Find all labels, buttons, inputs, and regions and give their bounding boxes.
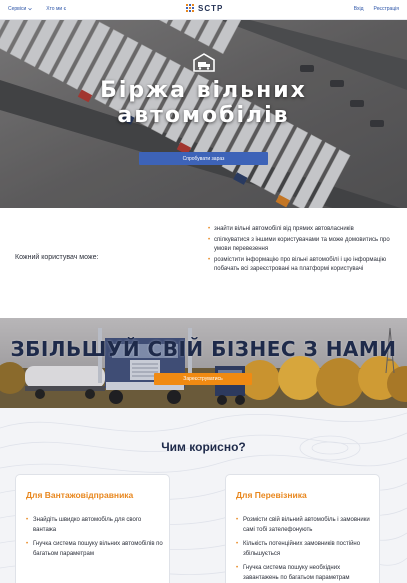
register-link[interactable]: Реєстрація [374, 6, 399, 12]
list-item: • знайти вільні автомобілі від прямих авт… [208, 225, 398, 234]
carrier-benefits-list: • Розмісти свій вільний автомобіль і замо… [236, 515, 376, 583]
logo-mark-icon [186, 4, 195, 13]
login-link[interactable]: Вхід [354, 6, 364, 12]
list-item-text: Гнучка система пошуку необхідних заванта… [243, 565, 350, 581]
shipper-card: Для Вантажовідправника • Знайдіть швидко … [15, 474, 170, 583]
bullet-icon: • [26, 517, 29, 523]
list-item-text: Знайдіть швидко автомобіль для свого ван… [33, 517, 142, 533]
benefits-section: Чим корисно? Для Вантажовідправника • Зна… [0, 408, 407, 583]
bullet-icon: • [236, 541, 239, 547]
bullet-icon: • [236, 565, 239, 571]
banner-title: ЗБІЛЬШУЙ СВІЙ БІЗНЕС З НАМИ [10, 337, 397, 361]
list-item-text: спілкуватися з іншими користувачами та м… [214, 237, 390, 252]
language-selector[interactable]: Сервіси [8, 6, 32, 12]
bullet-icon: • [236, 517, 239, 523]
grow-business-banner: ЗБІЛЬШУЙ СВІЙ БІЗНЕС З НАМИ Зареєструват… [0, 318, 407, 408]
list-item: • Гнучка система пошуку вільних автомобіл… [26, 539, 166, 559]
capabilities-list: • знайти вільні автомобілі від прямих авт… [208, 225, 398, 276]
about-link[interactable]: Хто ми є [46, 6, 66, 12]
list-item: • Гнучка система пошуку необхідних завант… [236, 563, 376, 583]
site-logo[interactable]: SCTP [186, 4, 223, 13]
capabilities-lead-text: Кожний користувач може: [15, 254, 99, 261]
carrier-card-title: Для Перевізника [236, 490, 307, 500]
topbar-auth-links: Вхід Реєстрація [354, 6, 399, 12]
carrier-card: Для Перевізника • Розмісти свій вільний а… [225, 474, 380, 583]
bullet-icon: • [208, 226, 211, 232]
list-item: • Розмісти свій вільний автомобіль і замо… [236, 515, 376, 535]
user-capabilities-section: Кожний користувач може: • знайти вільні а… [0, 208, 407, 318]
list-item-text: Розмісти свій вільний автомобіль і замов… [243, 517, 370, 533]
bullet-icon: • [208, 257, 211, 263]
logo-text: SCTP [198, 4, 224, 13]
list-item-text: Гнучка система пошуку вільних автомобілі… [33, 541, 163, 557]
register-button[interactable]: Зареєструватись [154, 373, 252, 385]
shipper-card-title: Для Вантажовідправника [26, 490, 134, 500]
banner-trucks-image [0, 318, 407, 408]
topbar-left-menu: Сервіси Хто ми є [8, 6, 66, 12]
chevron-down-icon [28, 7, 32, 11]
list-item-text: знайти вільні автомобілі від прямих авто… [214, 226, 354, 232]
benefits-title: Чим корисно? [161, 440, 246, 454]
list-item-text: розмістити інформацію про вільні автомоб… [214, 257, 387, 272]
truck-garage-icon [193, 53, 215, 72]
bullet-icon: • [26, 541, 29, 547]
list-item: • Знайдіть швидко автомобіль для свого ва… [26, 515, 166, 535]
shipper-benefits-list: • Знайдіть швидко автомобіль для свого ва… [26, 515, 166, 563]
list-item: • Кількість потенційних замовників постій… [236, 539, 376, 559]
hero-title-line1: Біржа вільних [100, 78, 307, 103]
try-now-button[interactable]: Спробувати зараз [139, 152, 268, 165]
list-item: • розмістити інформацію про вільні автомо… [208, 256, 398, 274]
list-item: • спілкуватися з іншими користувачами та … [208, 236, 398, 254]
bullet-icon: • [208, 237, 211, 243]
language-selector-label: Сервіси [8, 6, 27, 12]
top-navigation-bar: Сервіси Хто ми є SCTP Вхід Реєстрація [0, 0, 407, 20]
hero-section: Біржа вільних автомобілів Спробувати зар… [0, 20, 407, 208]
hero-title-line2: автомобілів [117, 103, 290, 128]
list-item-text: Кількість потенційних замовників постійн… [243, 541, 361, 557]
